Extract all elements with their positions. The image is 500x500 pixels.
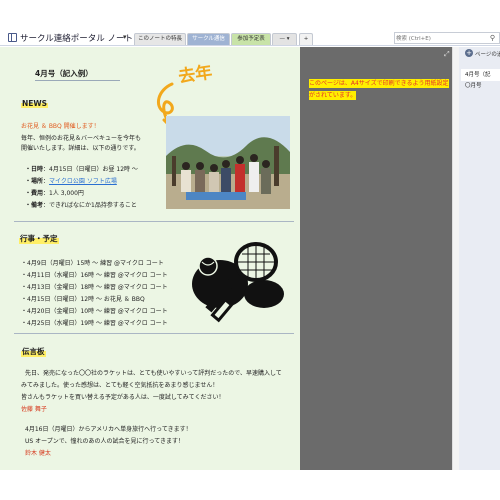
message-line: みてみました。使った感想は、とても軽く空気抵抗をあまり感じません！ (21, 382, 219, 389)
message-line: 4月16日（月曜日）からアメリカへ単身旅行へ行ってきます！ (25, 426, 192, 433)
detail-label: ・場所 (25, 178, 44, 185)
schedule-item: ・4月11日（水曜日）16時 〜 練習 @マイクロ コート (21, 272, 168, 279)
schedule-item: ・4月25日（水曜日）19時 〜 練習 @マイクロ コート (21, 320, 168, 327)
search-icon[interactable]: ⚲ (490, 34, 495, 42)
news-heading: NEWS (21, 99, 49, 108)
section-divider (14, 333, 294, 334)
title-underline (35, 80, 120, 81)
news-subtitle: お花見 ＆ BBQ 開催します！ (21, 123, 100, 130)
schedule-item: ・4月20日（金曜日）10時 〜 練習 @マイクロ コート (21, 308, 168, 315)
group-photo[interactable] (166, 116, 290, 209)
page-list-panel: + ページの追加 4月号（記 〇月号 (459, 47, 500, 470)
message-line: US オープンで、憧れのあの人の試合を見に行ってきます！ (25, 438, 185, 445)
tennis-racket-icon (192, 242, 284, 323)
message-board-heading: 伝言板 (21, 346, 46, 357)
vertical-scrollbar[interactable] (452, 47, 459, 470)
detail-value: 4月15日（日曜日）お昼 12時 〜 (49, 166, 138, 173)
tab-features[interactable]: このノートの特長 (134, 33, 186, 45)
tab-circle-news[interactable]: サークル通信 (187, 33, 230, 45)
chevron-down-icon[interactable]: ▾ (123, 33, 127, 41)
notebook-icon[interactable] (8, 33, 17, 42)
schedule-heading: 行事・予定 (19, 233, 59, 244)
schedule-item: ・4月15日（日曜日）12時 〜 お花見 ＆ BBQ (21, 296, 145, 303)
add-page-button[interactable]: + ページの追加 (461, 48, 500, 60)
detail-value: 1人 3,000円 (49, 190, 84, 197)
schedule-item: ・4月9日（月曜日）15時 〜 練習 @マイクロ コート (21, 260, 164, 267)
tab-more[interactable]: — ▾ (272, 33, 297, 45)
plus-icon: + (465, 49, 473, 57)
add-page-label: ページの追加 (475, 52, 500, 58)
tab-schedule[interactable]: 参加予定表 (231, 33, 271, 45)
notebook-title[interactable]: サークル連絡ポータル ノート (20, 32, 133, 44)
search-box[interactable]: ⚲ (394, 32, 500, 44)
news-detail-row: ・場所：マイクロ公園 ソフト広場 (25, 178, 117, 185)
news-intro-line: 開催いたします。詳細は、以下の通りです。 (21, 145, 140, 152)
message-author: 鈴木 健太 (25, 450, 51, 457)
print-note: このページは、A4サイズで印刷できるよう用紙設定がされています。 (309, 78, 449, 102)
news-detail-row: ・備考：できればなにか1品持参すること (25, 202, 137, 209)
page-overflow-area (300, 47, 452, 470)
detail-label: ・費用 (25, 190, 44, 197)
expand-icon[interactable]: ⤢ (444, 50, 450, 59)
location-link[interactable]: マイクロ公園 ソフト広場 (49, 178, 117, 185)
page-list-item[interactable]: 〇月号 (461, 81, 500, 91)
page-list-item-selected[interactable]: 4月号（記 (461, 69, 500, 81)
news-intro-line: 毎年、恒例のお花見＆バーベキューを今年も (21, 135, 142, 142)
detail-label: ・備考 (25, 202, 44, 209)
page-title[interactable]: 4月号（記入例） (35, 68, 93, 79)
news-detail-row: ・費用：1人 3,000円 (25, 190, 84, 197)
section-divider (14, 221, 294, 222)
detail-label: ・日時 (25, 166, 44, 173)
add-section-button[interactable]: + (299, 33, 313, 45)
print-note-text: このページは、A4サイズで印刷できるよう用紙設定がされています。 (309, 79, 449, 100)
message-line: 皆さんもラケットを買い替える予定がある人は、一度試してみてください！ (21, 394, 225, 401)
detail-value: できればなにか1品持参すること (49, 202, 137, 209)
message-author: 佐藤 舞子 (21, 406, 47, 413)
search-input[interactable] (396, 34, 484, 43)
news-detail-row: ・日時：4月15日（日曜日）お昼 12時 〜 (25, 166, 138, 173)
message-line: 先日、発売になった〇〇社のラケットは、とても使いやすいって評判だったので、早速購… (25, 370, 282, 377)
notebook-header: サークル連絡ポータル ノート ▾ このノートの特長 サークル通信 参加予定表 —… (0, 30, 500, 46)
schedule-item: ・4月13日（金曜日）18時 〜 練習 @マイクロ コート (21, 284, 168, 291)
